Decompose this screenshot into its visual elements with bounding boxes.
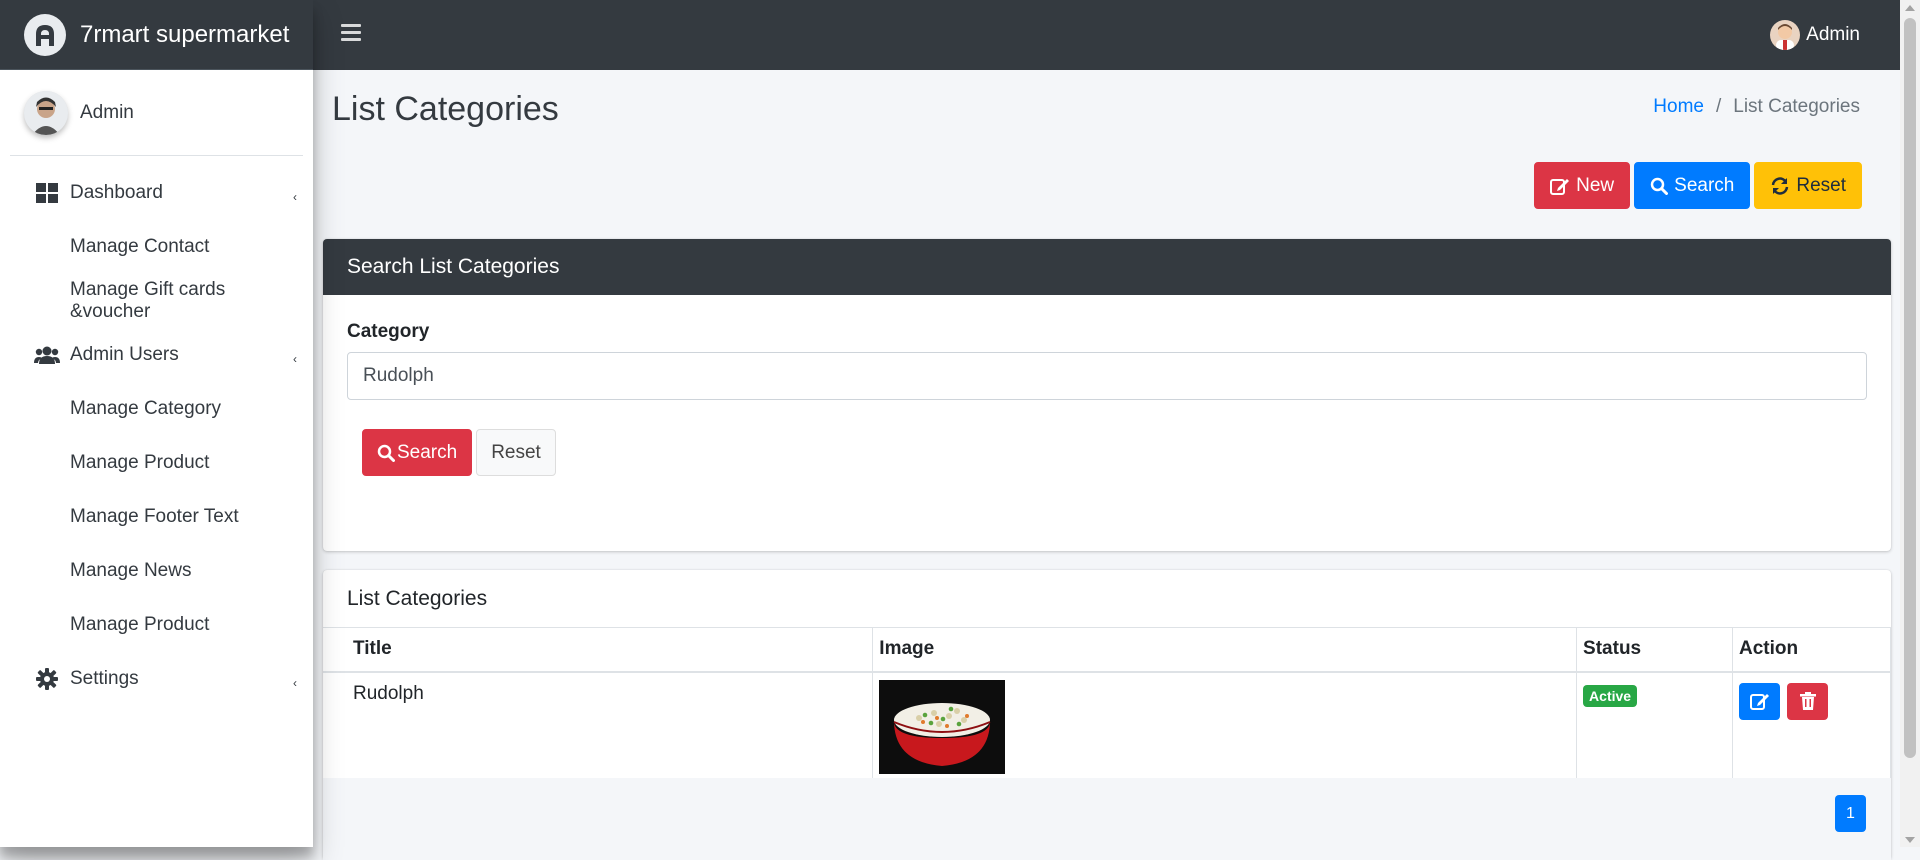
table-footer: 1	[323, 778, 1891, 860]
brand-logo-icon	[24, 13, 66, 56]
category-input[interactable]: Rudolph	[347, 352, 1867, 400]
search-button-label: Search	[1674, 174, 1735, 196]
search-button[interactable]: Search	[1634, 162, 1751, 209]
table-row: Rudolph Active	[323, 671, 1891, 785]
search-icon	[377, 444, 395, 462]
sidebar-item-manage-contact[interactable]: Manage Contact	[10, 220, 303, 274]
brand-name: 7rmart supermarket	[80, 20, 290, 48]
top-user-name: Admin	[1806, 24, 1860, 45]
cell-action	[1732, 671, 1891, 785]
breadcrumb-home-link[interactable]: Home	[1653, 96, 1704, 118]
new-button-label: New	[1576, 174, 1615, 196]
sidebar-item-label: Admin Users	[70, 344, 179, 365]
sidebar-item-manage-category[interactable]: Manage Category	[10, 382, 303, 436]
chevron-left-icon: ‹	[293, 190, 297, 204]
brand-link[interactable]: 7rmart supermarket	[0, 0, 313, 70]
status-badge: Active	[1583, 684, 1638, 707]
column-header-image: Image	[872, 627, 1578, 673]
breadcrumb-separator: /	[1715, 96, 1722, 117]
scroll-down-arrow-icon[interactable]	[1905, 837, 1915, 843]
breadcrumb-current: List Categories	[1733, 96, 1860, 117]
new-button[interactable]: New	[1534, 162, 1631, 209]
cell-title: Rudolph	[323, 671, 874, 785]
search-card: Search List Categories Category Rudolph …	[323, 239, 1891, 551]
sidebar-item-label: Dashboard	[70, 182, 163, 203]
sidebar-user-name: Admin	[80, 101, 134, 123]
sidebar-item-manage-product[interactable]: Manage Product	[10, 436, 303, 490]
sidebar-item-label: Manage Footer Text	[70, 506, 239, 527]
sidebar-item-label: Manage Gift cards &voucher	[70, 279, 226, 322]
search-icon	[1650, 177, 1669, 195]
scrollbar-thumb[interactable]	[1904, 18, 1916, 758]
top-navbar: Admin	[313, 0, 1900, 70]
search-card-title: Search List Categories	[323, 239, 1891, 295]
chevron-left-icon: ‹	[293, 352, 297, 366]
sidebar-item-manage-news[interactable]: Manage News	[10, 544, 303, 598]
vertical-scrollbar[interactable]	[1900, 0, 1920, 847]
edit-icon	[1550, 178, 1570, 195]
list-card: List Categories Title Image Status Actio…	[323, 570, 1891, 860]
sidebar-item-label: Manage Product	[70, 452, 210, 473]
reset-button-label: Reset	[1796, 174, 1846, 196]
category-input-value: Rudolph	[363, 365, 434, 386]
sidebar-item-manage-footer-text[interactable]: Manage Footer Text	[10, 490, 303, 544]
search-form-actions: Search Reset	[362, 429, 556, 476]
categories-table: Title Image Status Action Rudolph Active	[323, 627, 1891, 785]
list-card-title: List Categories	[347, 587, 488, 610]
search-reset-label: Reset	[491, 441, 541, 463]
user-avatar-small	[1770, 20, 1801, 50]
search-reset-button[interactable]: Reset	[476, 429, 556, 476]
delete-row-button[interactable]	[1787, 682, 1829, 720]
table-header-row: Title Image Status Action	[323, 627, 1891, 673]
chevron-left-icon: ‹	[293, 676, 297, 690]
category-image	[879, 679, 1006, 774]
edit-icon	[1749, 694, 1769, 710]
page-actions: New Search Reset	[1534, 162, 1862, 209]
sidebar-item-label: Manage Category	[70, 398, 222, 419]
sync-icon	[1772, 176, 1789, 195]
sidebar-user-panel[interactable]: Admin	[10, 70, 303, 156]
sidebar-item-label: Manage News	[70, 560, 192, 581]
top-user-menu[interactable]: Admin	[1770, 20, 1860, 50]
dashboard-icon	[34, 180, 60, 206]
pagination-page-link[interactable]: 1	[1835, 795, 1866, 832]
breadcrumb: Home / List Categories	[1653, 96, 1860, 118]
hamburger-menu-icon[interactable]	[341, 24, 361, 42]
sidebar-item-label: Manage Contact	[70, 236, 210, 257]
reset-button[interactable]: Reset	[1754, 162, 1862, 209]
trash-icon	[1799, 692, 1816, 710]
cell-status: Active	[1576, 671, 1734, 785]
column-header-title: Title	[323, 627, 874, 673]
sidebar-item-settings[interactable]: Settings ‹	[10, 652, 303, 706]
content-wrapper: List Categories Home / List Categories N…	[313, 70, 1900, 860]
sidebar: 7rmart supermarket Admin Dashboard ‹ Man…	[0, 0, 313, 847]
gear-icon	[34, 666, 60, 692]
category-label: Category	[347, 321, 430, 342]
page-title: List Categories	[332, 90, 559, 128]
sidebar-item-manage-product-2[interactable]: Manage Product	[10, 598, 303, 652]
column-header-action: Action	[1732, 627, 1891, 673]
sidebar-item-manage-gift-cards[interactable]: Manage Gift cards &voucher	[10, 274, 303, 328]
edit-row-button[interactable]	[1739, 682, 1781, 720]
sidebar-item-admin-users[interactable]: Admin Users ‹	[10, 328, 303, 382]
sidebar-item-dashboard[interactable]: Dashboard ‹	[10, 166, 303, 220]
sidebar-item-label: Manage Product	[70, 614, 210, 635]
sidebar-item-label: Settings	[70, 668, 139, 689]
search-submit-button[interactable]: Search	[362, 429, 473, 476]
sidebar-nav: Dashboard ‹ Manage Contact Manage Gift c…	[0, 156, 313, 706]
scroll-up-arrow-icon[interactable]	[1905, 5, 1915, 11]
users-icon	[34, 342, 60, 368]
search-submit-label: Search	[397, 441, 458, 463]
column-header-status: Status	[1576, 627, 1734, 673]
avatar	[24, 90, 68, 135]
cell-image	[872, 671, 1578, 785]
